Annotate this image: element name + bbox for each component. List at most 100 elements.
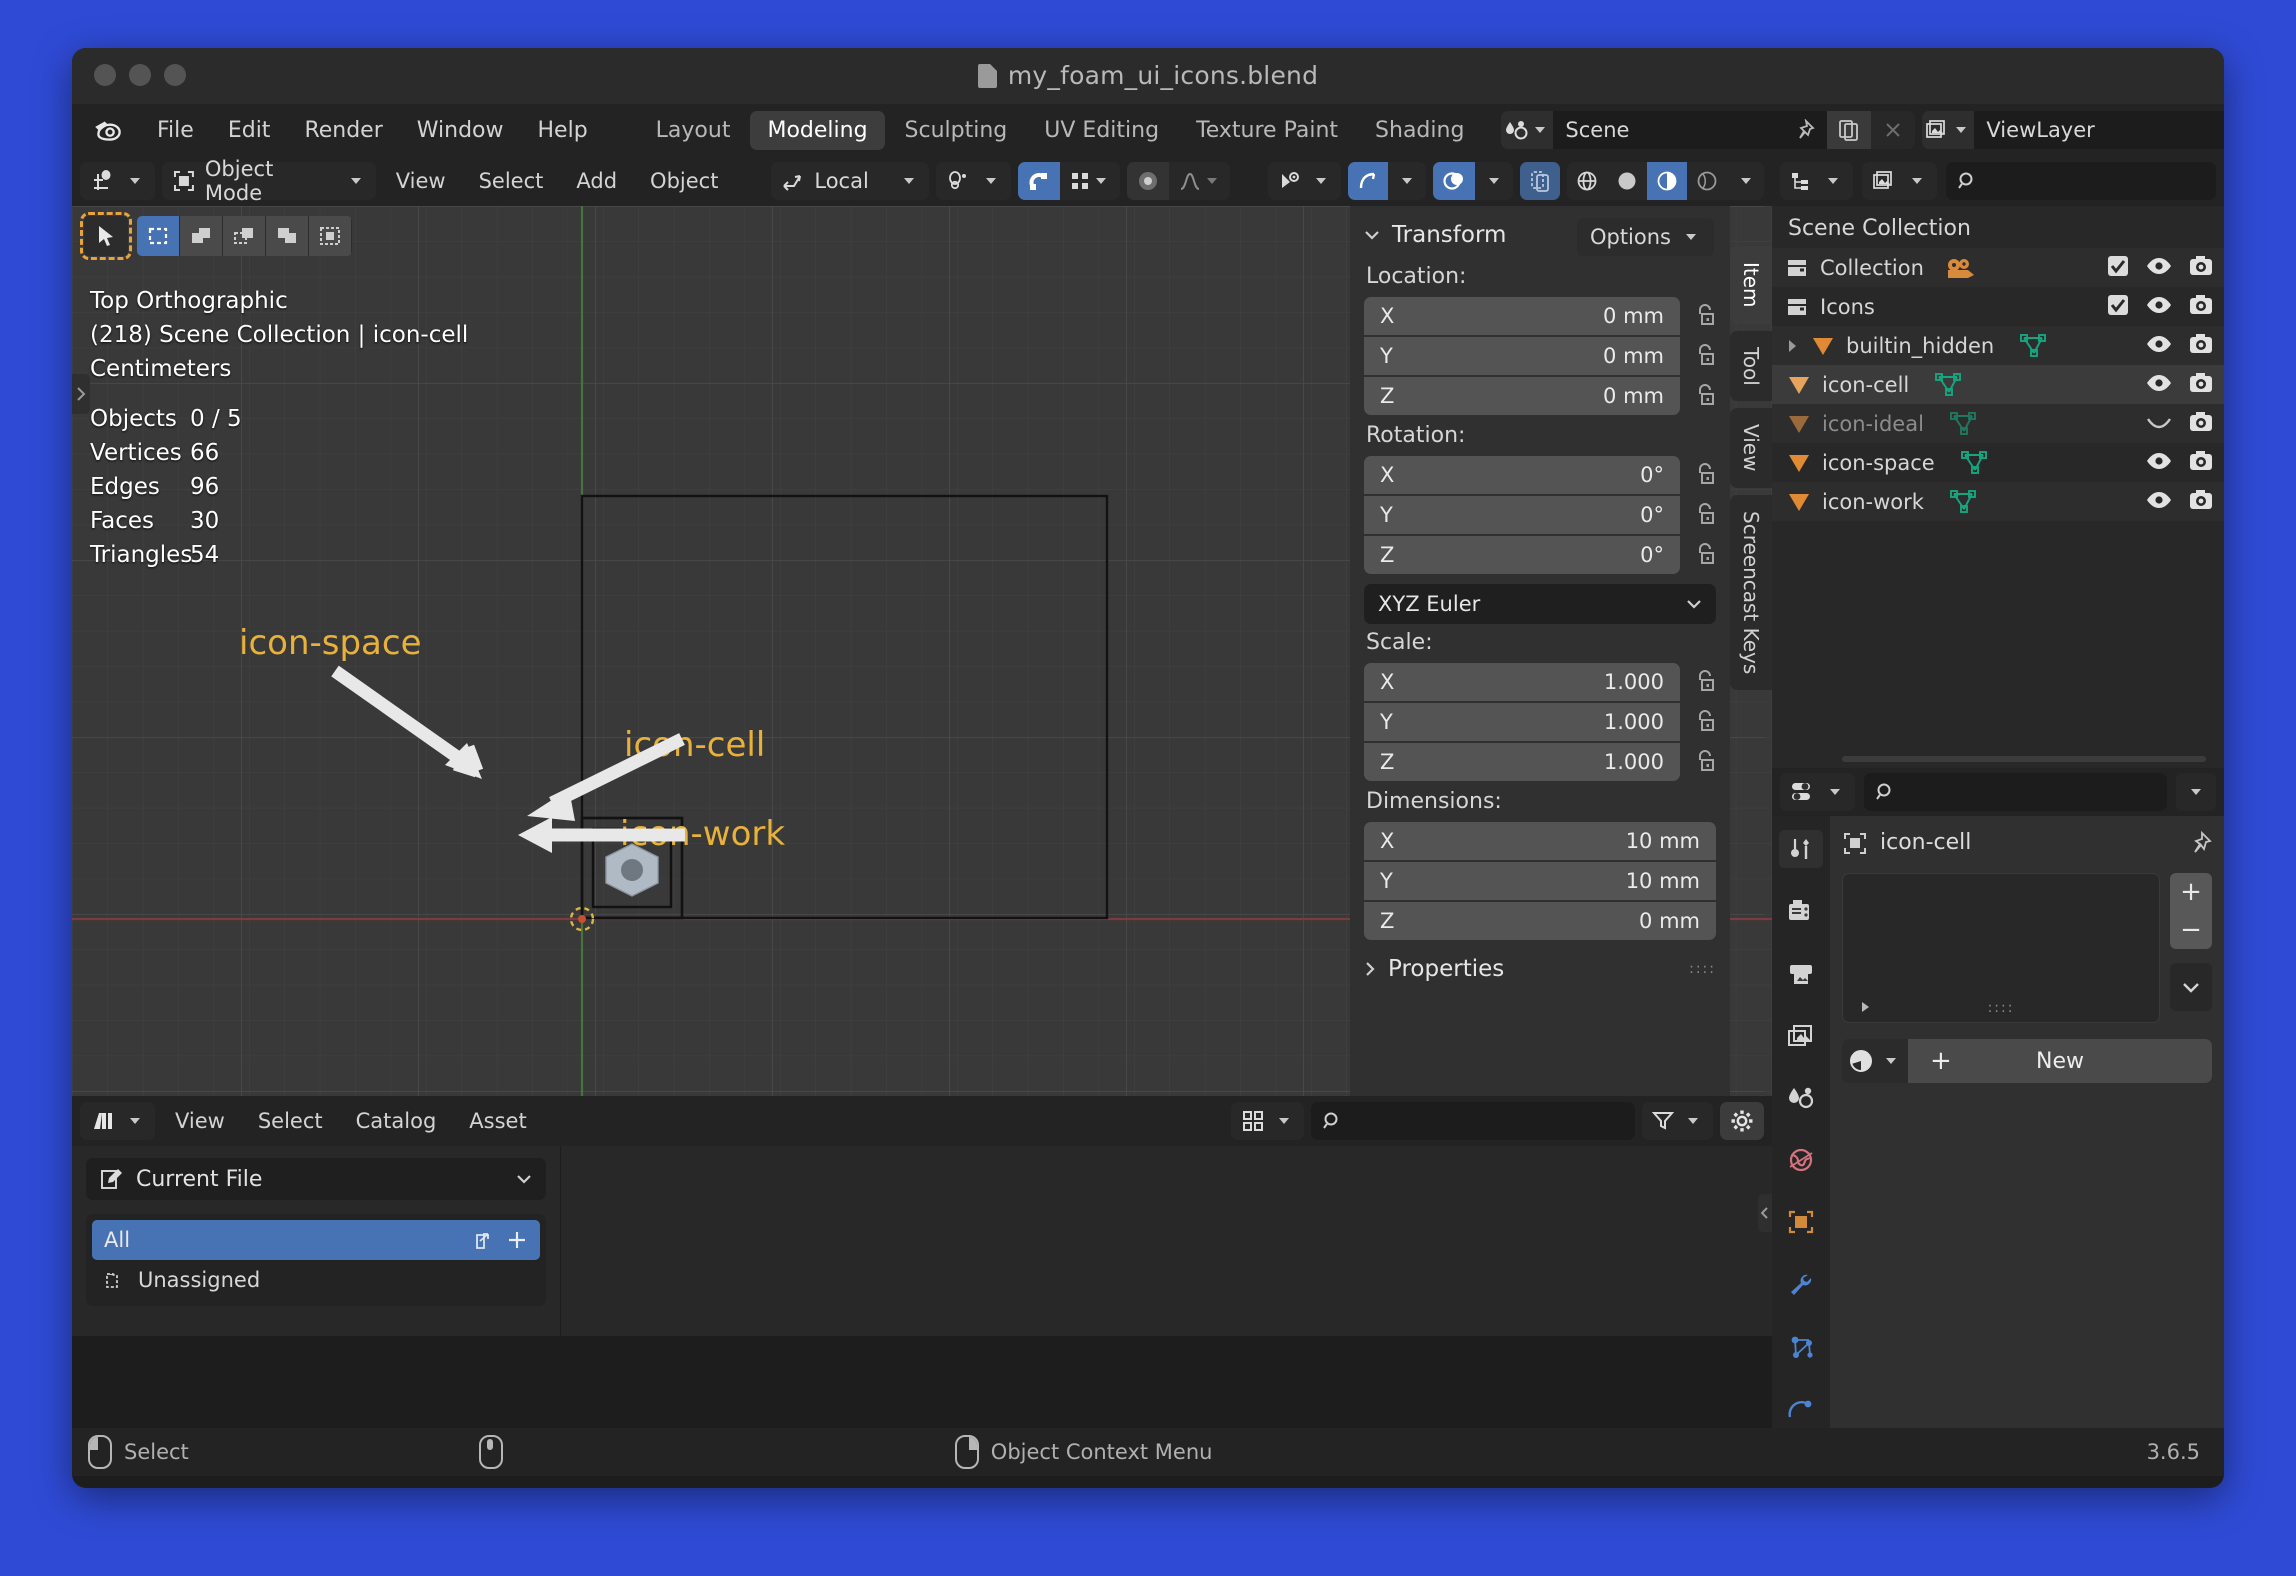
- material-preview-shading-icon[interactable]: [1646, 162, 1687, 200]
- outliner-row-icons[interactable]: Icons: [1772, 287, 2224, 326]
- dimensions-x-field[interactable]: X 10 mm: [1364, 822, 1716, 860]
- menu-file[interactable]: File: [140, 113, 211, 148]
- shading-dropdown[interactable]: [1727, 162, 1764, 200]
- viewlayer-selector[interactable]: ViewLayer: [1922, 111, 2224, 149]
- wireframe-shading-icon[interactable]: [1567, 162, 1607, 200]
- checkbox-enabled[interactable]: [2106, 293, 2130, 321]
- tweak-tool-button[interactable]: [80, 212, 132, 260]
- outliner-row-builtin-hidden[interactable]: builtin_hidden: [1772, 326, 2224, 365]
- viewport-3d[interactable]: Top Orthographic (218) Scene Collection …: [72, 206, 1772, 1096]
- catalog-row-unassigned[interactable]: Unassigned: [92, 1260, 540, 1300]
- location-z-field[interactable]: Z 0 mm: [1364, 377, 1680, 415]
- location-y-field[interactable]: Y 0 mm: [1364, 337, 1680, 375]
- properties-tab-object[interactable]: [1779, 1203, 1823, 1241]
- toolbar-expand-handle[interactable]: [72, 374, 90, 414]
- eye-icon[interactable]: [2145, 451, 2173, 475]
- select-new-icon[interactable]: [137, 216, 180, 256]
- outliner-row-icon-work[interactable]: icon-work: [1772, 482, 2224, 521]
- select-difference-icon[interactable]: [266, 216, 309, 256]
- eye-icon[interactable]: [2145, 256, 2173, 280]
- new-material-button[interactable]: + New: [1908, 1039, 2212, 1083]
- tab-texture-paint[interactable]: Texture Paint: [1179, 111, 1355, 150]
- pin-icon[interactable]: [1793, 119, 1816, 141]
- snap-target-selector[interactable]: [1060, 162, 1120, 200]
- snapping-group[interactable]: [1017, 162, 1120, 200]
- rendered-shading-icon[interactable]: [1687, 162, 1727, 200]
- outliner-display-mode-button[interactable]: [1862, 162, 1937, 200]
- scale-z-field[interactable]: Z 1.000: [1364, 743, 1680, 781]
- proportional-edit-group[interactable]: [1126, 162, 1231, 200]
- camera-render-icon[interactable]: [2188, 411, 2214, 437]
- material-slot-list[interactable]: ::::: [1842, 873, 2160, 1023]
- properties-tab-view-layer[interactable]: [1779, 1017, 1823, 1055]
- camera-render-icon[interactable]: [2188, 372, 2214, 398]
- properties-search-input[interactable]: [1864, 773, 2167, 811]
- lock-icon[interactable]: [1694, 669, 1716, 695]
- properties-tab-physics[interactable]: [1779, 1390, 1823, 1428]
- rotation-z-field[interactable]: Z 0°: [1364, 536, 1680, 574]
- gizmo-toggle-icon[interactable]: [1348, 162, 1389, 200]
- outliner-row-icon-cell[interactable]: icon-cell: [1772, 365, 2224, 404]
- lock-icon[interactable]: [1694, 709, 1716, 735]
- outliner-scrollbar[interactable]: [1842, 756, 2206, 762]
- lock-icon[interactable]: [1694, 303, 1716, 329]
- sidebar-tab-screencast-keys[interactable]: Screencast Keys: [1730, 494, 1772, 691]
- asset-menu-catalog[interactable]: Catalog: [343, 1104, 450, 1138]
- asset-filter-button[interactable]: [1642, 1102, 1713, 1140]
- sidebar-tab-tool[interactable]: Tool: [1730, 330, 1772, 402]
- checkbox-enabled[interactable]: [2106, 254, 2130, 282]
- disclosure-triangle-icon[interactable]: [1786, 338, 1800, 354]
- asset-sidebar-handle[interactable]: [1758, 1194, 1772, 1232]
- viewport-menu-object[interactable]: Object: [637, 164, 731, 198]
- scale-x-field[interactable]: X 1.000: [1364, 663, 1680, 701]
- lock-icon[interactable]: [1694, 343, 1716, 369]
- solid-shading-icon[interactable]: [1607, 162, 1647, 200]
- tab-modeling[interactable]: Modeling: [750, 110, 885, 150]
- transform-orientation-selector[interactable]: Local: [771, 162, 929, 200]
- viewport-menu-add[interactable]: Add: [563, 164, 630, 198]
- eye-icon[interactable]: [2145, 295, 2173, 319]
- properties-panel-header[interactable]: Properties ::::: [1350, 942, 1730, 996]
- properties-tab-tool[interactable]: [1779, 830, 1823, 869]
- snap-magnet-icon[interactable]: [1017, 162, 1060, 200]
- overlays-group[interactable]: [1432, 162, 1513, 200]
- tab-layout[interactable]: Layout: [639, 111, 748, 150]
- mode-selector[interactable]: Object Mode: [162, 157, 376, 205]
- remove-scene-button[interactable]: [1871, 111, 1915, 149]
- gizmo-group[interactable]: [1348, 162, 1426, 200]
- properties-options-button[interactable]: [2176, 773, 2216, 811]
- tab-uv-editing[interactable]: UV Editing: [1027, 111, 1176, 150]
- dimensions-y-field[interactable]: Y 10 mm: [1364, 862, 1716, 900]
- add-catalog-icon[interactable]: [506, 1229, 528, 1251]
- scene-selector[interactable]: Scene: [1501, 111, 1916, 149]
- falloff-selector[interactable]: [1169, 162, 1231, 200]
- material-browse-button[interactable]: [1842, 1039, 1908, 1083]
- outliner-search-input[interactable]: [1946, 162, 2216, 200]
- properties-tab-output[interactable]: [1779, 954, 1823, 992]
- editor-type-button[interactable]: [80, 162, 155, 200]
- asset-display-mode-button[interactable]: [1231, 1102, 1304, 1140]
- properties-tab-modifiers[interactable]: [1779, 1265, 1823, 1303]
- menu-render[interactable]: Render: [287, 113, 399, 148]
- eye-icon[interactable]: [2145, 490, 2173, 514]
- rotation-mode-select[interactable]: XYZ Euler: [1364, 584, 1716, 624]
- lock-icon[interactable]: [1694, 542, 1716, 568]
- properties-editor-type-button[interactable]: [1780, 773, 1855, 811]
- tab-shading[interactable]: Shading: [1358, 111, 1481, 150]
- shading-modes[interactable]: [1566, 162, 1765, 200]
- catalog-row-all[interactable]: All: [92, 1220, 540, 1260]
- list-resize-dots[interactable]: ::::: [1988, 1000, 2015, 1016]
- rotation-y-field[interactable]: Y 0°: [1364, 496, 1680, 534]
- asset-search-input[interactable]: [1311, 1102, 1635, 1140]
- material-slot-specials-button[interactable]: [2170, 963, 2212, 1011]
- location-x-field[interactable]: X 0 mm: [1364, 297, 1680, 335]
- viewlayer-icon[interactable]: [1922, 111, 1975, 149]
- camera-render-icon[interactable]: [2188, 294, 2214, 320]
- outliner-editor-type-button[interactable]: [1780, 162, 1853, 200]
- camera-render-icon[interactable]: [2188, 333, 2214, 359]
- lock-icon[interactable]: [1694, 462, 1716, 488]
- tab-sculpting[interactable]: Sculpting: [888, 111, 1025, 150]
- outliner-row-collection[interactable]: Collection: [1772, 248, 2224, 287]
- asset-editor-type-button[interactable]: [80, 1102, 155, 1140]
- eye-icon[interactable]: [2145, 373, 2173, 397]
